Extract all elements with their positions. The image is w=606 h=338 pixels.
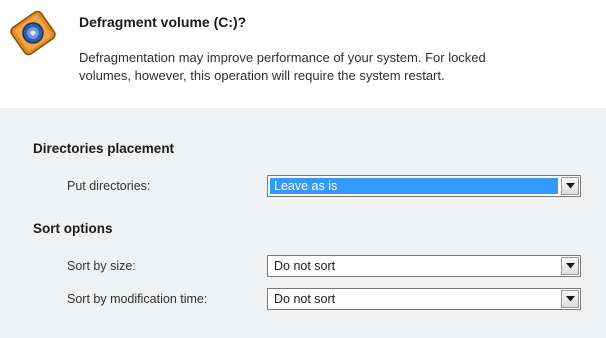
- put-directories-dropdown-button[interactable]: [561, 177, 579, 195]
- defragment-dialog: Defragment volume (C:)? Defragmentation …: [0, 0, 606, 338]
- directories-placement-heading: Directories placement: [33, 141, 175, 156]
- description-line-2: volumes, however, this operation will re…: [79, 68, 445, 83]
- put-directories-label: Put directories:: [67, 179, 151, 193]
- dialog-title: Defragment volume (C:)?: [79, 14, 247, 30]
- chevron-down-icon: [566, 296, 575, 302]
- sort-by-modification-label: Sort by modification time:: [67, 292, 208, 306]
- sort-by-size-label: Sort by size:: [67, 259, 136, 273]
- put-directories-select[interactable]: Leave as is: [267, 175, 581, 197]
- put-directories-value: Leave as is: [274, 179, 338, 193]
- sort-by-size-select[interactable]: Do not sort: [267, 255, 581, 277]
- sort-by-modification-value: Do not sort: [274, 292, 336, 306]
- dialog-description: Defragmentation may improve performance …: [79, 49, 606, 85]
- sort-by-size-value: Do not sort: [274, 259, 336, 273]
- chevron-down-icon: [566, 183, 575, 189]
- sort-by-size-dropdown-button[interactable]: [561, 257, 579, 275]
- description-line-1: Defragmentation may improve performance …: [79, 50, 486, 65]
- chevron-down-icon: [566, 263, 575, 269]
- sort-by-modification-select[interactable]: Do not sort: [267, 288, 581, 310]
- disk-defrag-icon: [10, 10, 56, 56]
- sort-by-modification-dropdown-button[interactable]: [561, 290, 579, 308]
- sort-options-heading: Sort options: [33, 221, 113, 236]
